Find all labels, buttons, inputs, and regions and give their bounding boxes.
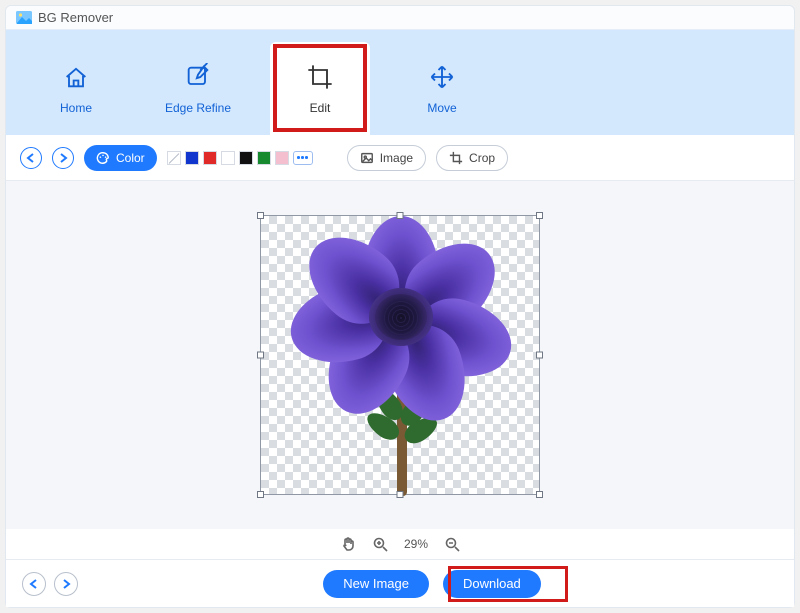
- resize-handle-l[interactable]: [257, 352, 264, 359]
- crop-button[interactable]: Crop: [436, 145, 508, 171]
- tab-home[interactable]: Home: [26, 42, 126, 135]
- footer: New Image Download: [6, 559, 794, 607]
- more-colors-button[interactable]: [293, 151, 313, 165]
- redo-button[interactable]: [52, 147, 74, 169]
- app-window: BG Remover Home Edge Refine Edit Move Co…: [5, 5, 795, 608]
- swatch-red[interactable]: [203, 151, 217, 165]
- tab-edit[interactable]: Edit: [270, 42, 370, 135]
- resize-handle-br[interactable]: [536, 491, 543, 498]
- palette-icon: [96, 151, 110, 165]
- titlebar: BG Remover: [6, 6, 794, 30]
- download-button[interactable]: Download: [443, 570, 541, 598]
- canvas[interactable]: [6, 181, 794, 529]
- zoom-bar: 29%: [6, 529, 794, 559]
- zoom-in-button[interactable]: [372, 536, 388, 552]
- zoom-out-button[interactable]: [444, 536, 460, 552]
- app-logo-icon: [16, 11, 32, 24]
- image-bg-label: Image: [380, 151, 413, 165]
- tab-edge-refine[interactable]: Edge Refine: [148, 42, 248, 135]
- main-tabs: Home Edge Refine Edit Move: [6, 30, 794, 135]
- crop-icon: [449, 151, 463, 165]
- swatch-none[interactable]: [167, 151, 181, 165]
- edge-refine-icon: [184, 63, 212, 91]
- next-image-button[interactable]: [54, 572, 78, 596]
- swatch-green[interactable]: [257, 151, 271, 165]
- undo-button[interactable]: [20, 147, 42, 169]
- tab-label: Edit: [310, 101, 331, 115]
- image-icon: [360, 151, 374, 165]
- pan-hand-button[interactable]: [340, 536, 356, 552]
- swatch-white[interactable]: [221, 151, 235, 165]
- color-swatches: [167, 151, 313, 165]
- tab-label: Move: [427, 101, 456, 115]
- resize-handle-tr[interactable]: [536, 212, 543, 219]
- subject-image: [261, 216, 541, 496]
- crop-label: Crop: [469, 151, 495, 165]
- prev-image-button[interactable]: [22, 572, 46, 596]
- new-image-label: New Image: [343, 576, 409, 591]
- swatch-blue[interactable]: [185, 151, 199, 165]
- color-mode-button[interactable]: Color: [84, 145, 157, 171]
- artboard[interactable]: [260, 215, 540, 495]
- resize-handle-t[interactable]: [397, 212, 404, 219]
- new-image-button[interactable]: New Image: [323, 570, 429, 598]
- resize-handle-b[interactable]: [397, 491, 404, 498]
- edit-crop-icon: [306, 63, 334, 91]
- move-arrows-icon: [428, 63, 456, 91]
- tab-move[interactable]: Move: [392, 42, 492, 135]
- image-bg-button[interactable]: Image: [347, 145, 426, 171]
- resize-handle-r[interactable]: [536, 352, 543, 359]
- color-mode-label: Color: [116, 151, 145, 165]
- tab-label: Edge Refine: [165, 101, 231, 115]
- resize-handle-bl[interactable]: [257, 491, 264, 498]
- app-title: BG Remover: [38, 10, 113, 25]
- zoom-value: 29%: [404, 537, 428, 551]
- edit-toolbar: Color Image Crop: [6, 135, 794, 181]
- resize-handle-tl[interactable]: [257, 212, 264, 219]
- swatch-black[interactable]: [239, 151, 253, 165]
- swatch-pink[interactable]: [275, 151, 289, 165]
- download-label: Download: [463, 576, 521, 591]
- tab-label: Home: [60, 101, 92, 115]
- home-icon: [62, 63, 90, 91]
